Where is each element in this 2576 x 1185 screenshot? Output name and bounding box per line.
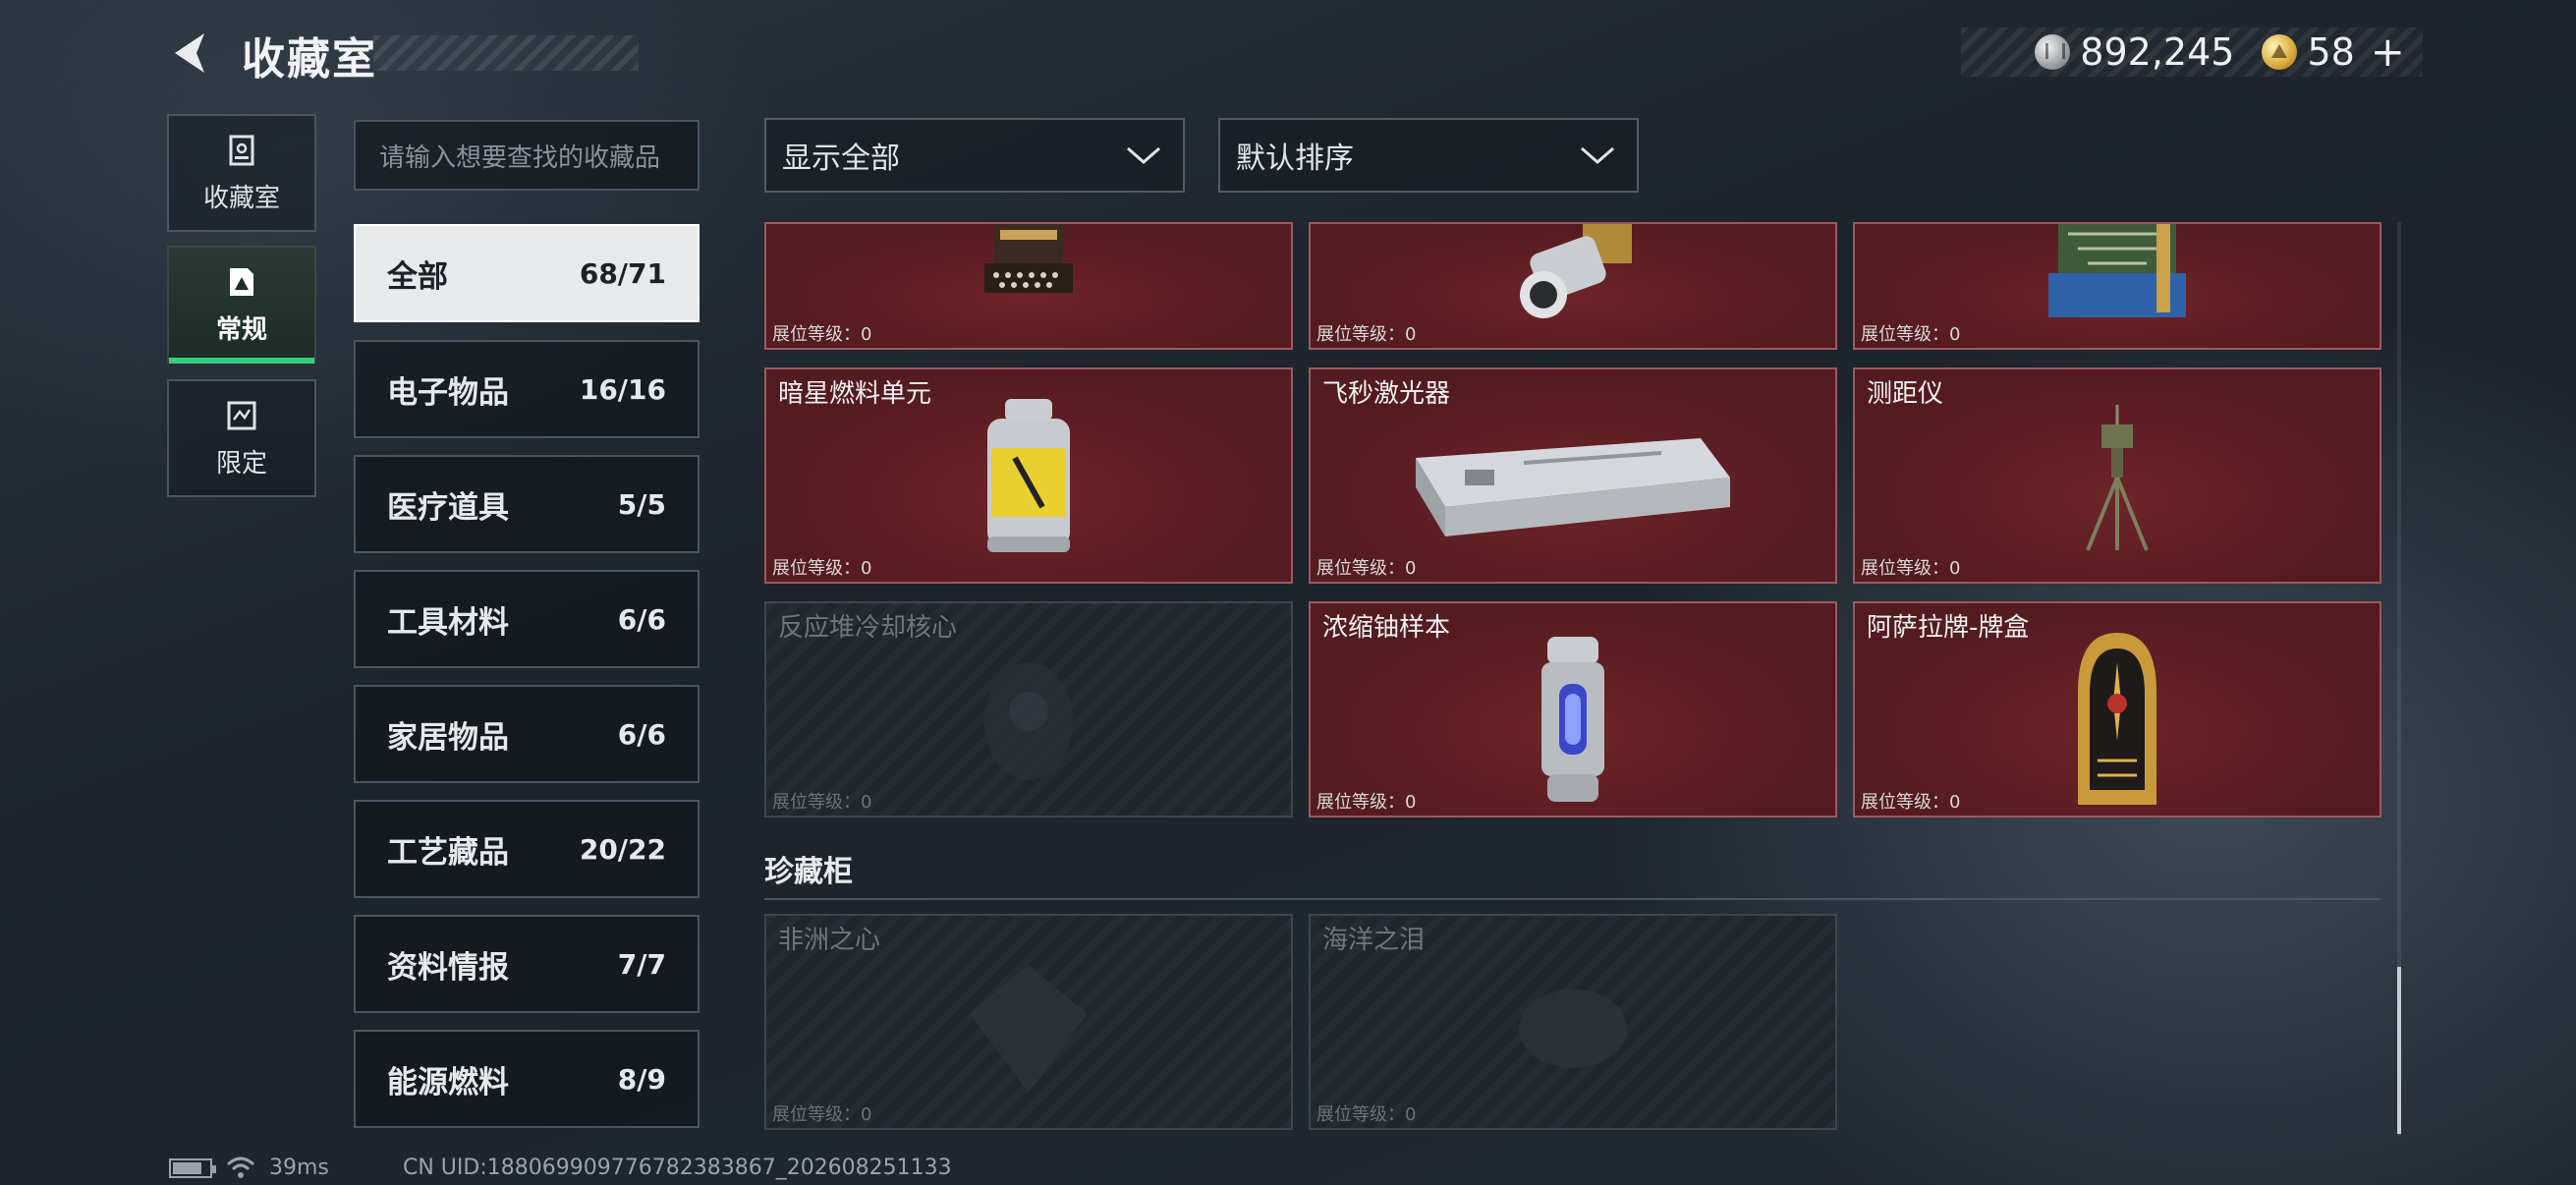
category-medical[interactable]: 医疗道具 5/5 bbox=[354, 455, 700, 553]
collection-room-icon bbox=[229, 135, 254, 165]
sort-dropdown-value: 默认排序 bbox=[1236, 141, 1354, 176]
card-level: 展位等级：0 bbox=[1861, 324, 1961, 345]
collection-card-locked[interactable]: 反应堆冷却核心 展位等级：0 bbox=[764, 601, 1293, 818]
filter-dropdown-value: 显示全部 bbox=[782, 141, 900, 176]
fuel-canister-icon bbox=[987, 399, 1070, 552]
nav-limited[interactable]: 限定 bbox=[167, 379, 316, 497]
nav-label: 限定 bbox=[215, 448, 267, 479]
laser-device-icon bbox=[1416, 438, 1730, 536]
regular-icon bbox=[230, 267, 253, 296]
card-level: 展位等级：0 bbox=[772, 558, 872, 579]
category-tools[interactable]: 工具材料 6/6 bbox=[354, 570, 700, 668]
chevron-down-icon bbox=[1127, 146, 1160, 164]
ping-value: 39ms bbox=[269, 1156, 329, 1180]
collection-card[interactable]: 测距仪 展位等级：0 bbox=[1853, 367, 2381, 584]
card-level: 展位等级：0 bbox=[772, 1104, 872, 1125]
category-name: 全部 bbox=[387, 258, 448, 295]
chevron-down-icon bbox=[1581, 146, 1614, 164]
category-count: 20/22 bbox=[579, 832, 666, 866]
category-all[interactable]: 全部 68/71 bbox=[354, 224, 700, 322]
sort-dropdown[interactable]: 默认排序 bbox=[1218, 118, 1639, 193]
page-title: 收藏室 bbox=[242, 34, 377, 85]
limited-icon bbox=[227, 401, 256, 429]
collection-card[interactable]: 展位等级：0 bbox=[1309, 222, 1837, 350]
collection-card[interactable]: 展位等级：0 bbox=[764, 222, 1293, 350]
card-name: 暗星燃料单元 bbox=[778, 379, 932, 409]
category-crafts[interactable]: 工艺藏品 20/22 bbox=[354, 800, 700, 898]
card-level: 展位等级：0 bbox=[1316, 792, 1417, 813]
card-level: 展位等级：0 bbox=[772, 324, 872, 345]
category-count: 5/5 bbox=[617, 487, 666, 521]
lens-device-icon bbox=[1520, 224, 1632, 318]
category-name: 工艺藏品 bbox=[387, 834, 509, 871]
card-level: 展位等级：0 bbox=[1316, 324, 1417, 345]
card-name: 浓缩铀样本 bbox=[1322, 613, 1451, 643]
user-uid: CN UID:1880699097767823838​67_2026082511… bbox=[403, 1156, 952, 1180]
treasure-card-locked[interactable]: 非洲之心 展位等级：0 bbox=[764, 914, 1293, 1130]
section-divider bbox=[764, 898, 2380, 900]
category-count: 6/6 bbox=[617, 717, 666, 751]
card-level: 展位等级：0 bbox=[1316, 1104, 1417, 1125]
card-level: 展位等级：0 bbox=[1861, 792, 1961, 813]
category-count: 16/16 bbox=[579, 372, 666, 406]
category-name: 资料情报 bbox=[387, 949, 509, 986]
card-name: 阿萨拉牌-牌盒 bbox=[1867, 613, 2030, 643]
category-name: 工具材料 bbox=[387, 604, 509, 641]
circuit-machine-icon bbox=[2048, 224, 2186, 317]
category-count: 6/6 bbox=[617, 602, 666, 636]
gold-currency-value: 58 bbox=[2307, 30, 2355, 74]
card-name: 飞秒激光器 bbox=[1322, 379, 1451, 409]
title-stripe-decoration bbox=[373, 35, 639, 71]
currency-bar: 892,245 58 + bbox=[1961, 28, 2423, 77]
category-name: 电子物品 bbox=[387, 374, 509, 411]
add-currency-icon[interactable]: + bbox=[2371, 31, 2405, 73]
tripod-rangefinder-icon bbox=[2086, 405, 2149, 551]
card-name: 反应堆冷却核心 bbox=[778, 613, 958, 643]
scrollbar-thumb[interactable] bbox=[2397, 967, 2401, 1134]
category-energy[interactable]: 能源燃料 8/9 bbox=[354, 1030, 700, 1128]
category-count: 8/9 bbox=[617, 1062, 666, 1096]
nav-label: 收藏室 bbox=[202, 183, 280, 213]
treasure-section-title: 珍藏柜 bbox=[764, 855, 853, 889]
card-name: 非洲之心 bbox=[778, 926, 881, 955]
card-level: 展位等级：0 bbox=[772, 792, 872, 813]
nav-regular[interactable]: 常规 bbox=[167, 246, 316, 364]
uranium-capsule-icon bbox=[1541, 637, 1604, 802]
battery-icon bbox=[169, 1157, 216, 1178]
category-intel[interactable]: 资料情报 7/7 bbox=[354, 915, 700, 1013]
card-level: 展位等级：0 bbox=[1861, 558, 1961, 579]
gem-icon bbox=[970, 965, 1088, 1093]
card-level: 展位等级：0 bbox=[1316, 558, 1417, 579]
category-name: 家居物品 bbox=[387, 719, 509, 756]
collection-card[interactable]: 展位等级：0 bbox=[1853, 222, 2381, 350]
collection-card[interactable]: 阿萨拉牌-牌盒 展位等级：0 bbox=[1853, 601, 2381, 818]
back-arrow-icon[interactable] bbox=[165, 28, 216, 79]
nav-collection-room[interactable]: 收藏室 bbox=[167, 114, 316, 232]
card-name: 测距仪 bbox=[1867, 379, 1944, 409]
silver-currency-value: 892,245 bbox=[2080, 30, 2235, 74]
treasure-card-locked[interactable]: 海洋之泪 展位等级：0 bbox=[1309, 914, 1837, 1130]
filter-dropdown[interactable]: 显示全部 bbox=[764, 118, 1185, 193]
category-name: 能源燃料 bbox=[387, 1064, 509, 1100]
collection-card[interactable]: 浓缩铀样本 展位等级：0 bbox=[1309, 601, 1837, 818]
card-box-icon bbox=[2078, 633, 2156, 805]
category-household[interactable]: 家居物品 6/6 bbox=[354, 685, 700, 783]
reactor-core-icon bbox=[984, 662, 1073, 780]
collection-card[interactable]: 飞秒激光器 展位等级：0 bbox=[1309, 367, 1837, 584]
nav-label: 常规 bbox=[215, 314, 267, 345]
silver-coin-icon bbox=[2035, 34, 2071, 70]
search-input[interactable]: 请输入想要查找的收藏品 bbox=[354, 120, 700, 191]
collection-grid: 展位等级：0 展位等级：0 展位等级：0 暗星燃料单元 展位等级：0 飞秒激光器… bbox=[764, 222, 2391, 1136]
status-footer: 39ms bbox=[169, 1156, 329, 1180]
card-name: 海洋之泪 bbox=[1322, 926, 1426, 955]
typewriter-icon bbox=[984, 224, 1073, 293]
category-name: 医疗道具 bbox=[387, 489, 509, 526]
gem-icon bbox=[1519, 989, 1627, 1068]
wifi-icon bbox=[226, 1157, 255, 1178]
collection-card[interactable]: 暗星燃料单元 展位等级：0 bbox=[764, 367, 1293, 584]
category-electronics[interactable]: 电子物品 16/16 bbox=[354, 340, 700, 438]
category-count: 68/71 bbox=[579, 256, 666, 290]
category-count: 7/7 bbox=[617, 947, 666, 981]
gold-coin-icon bbox=[2262, 34, 2298, 70]
